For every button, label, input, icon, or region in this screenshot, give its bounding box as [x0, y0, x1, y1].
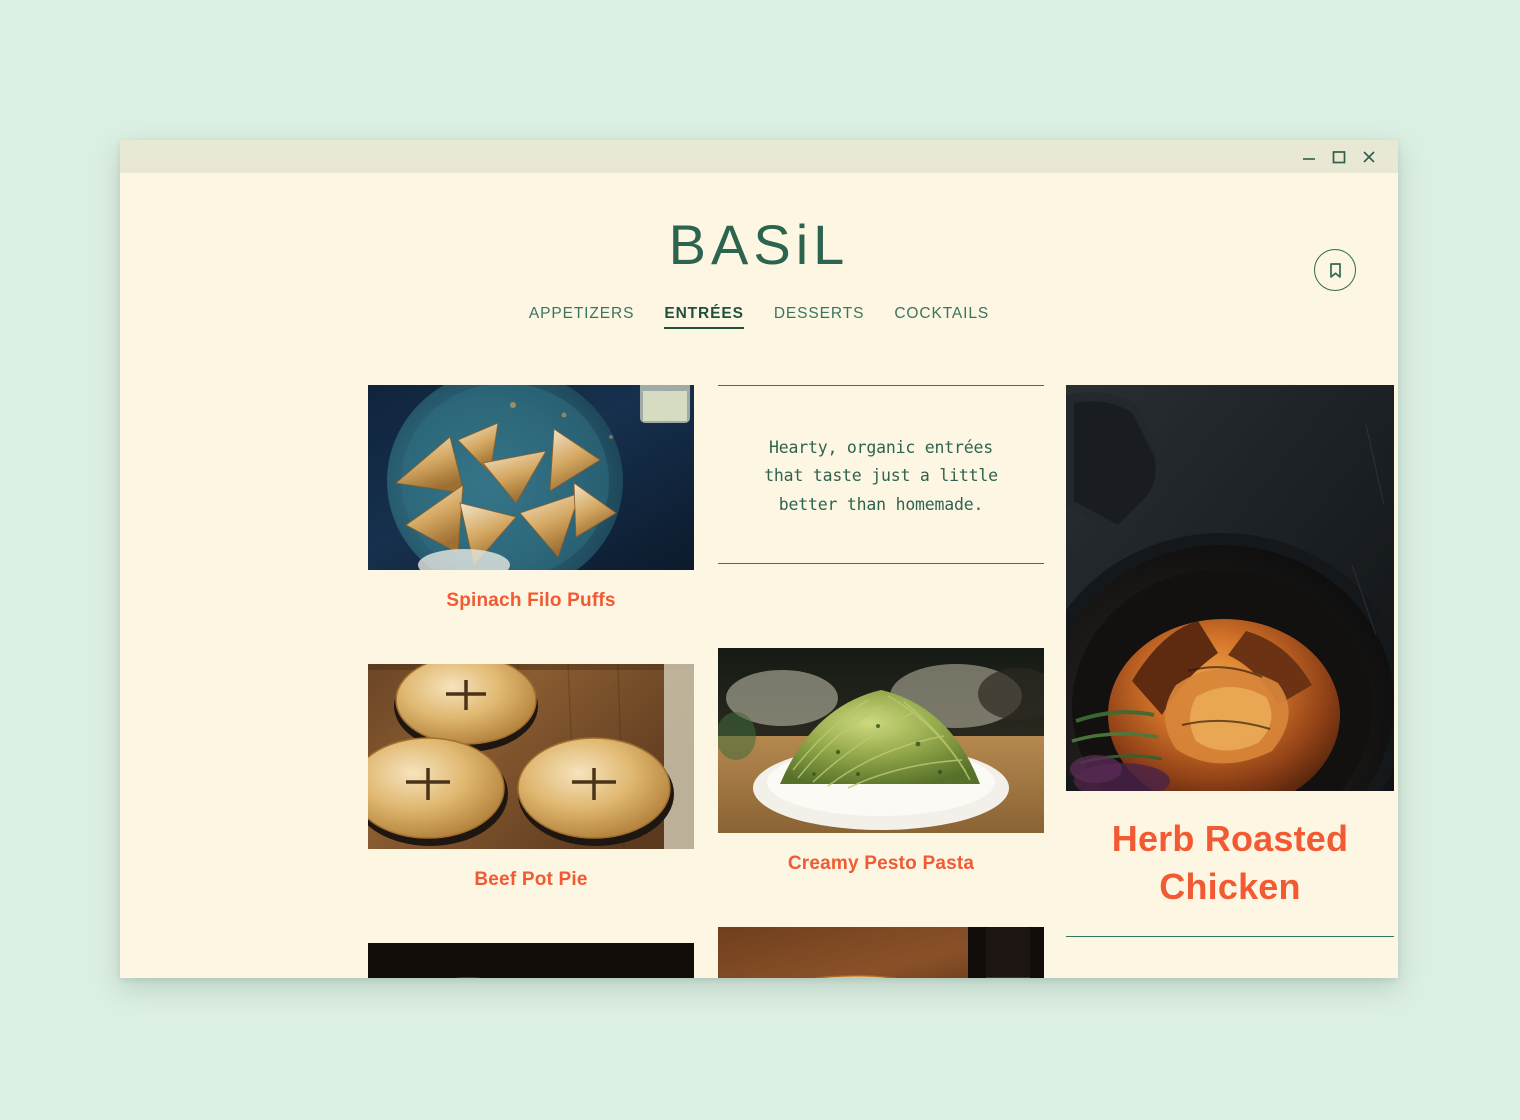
tagline-top-line-2: that taste just a little: [764, 466, 998, 486]
tagline-top: Hearty, organic entrées that taste just …: [718, 385, 1044, 565]
recipe-image-creamy-pesto-pasta[interactable]: [718, 648, 1044, 834]
window-titlebar: [120, 140, 1398, 173]
nav-item-cocktails[interactable]: COCKTAILS: [894, 305, 989, 329]
grid-column-left: Spinach Filo Puffs Beef Pot Pie: [368, 385, 694, 978]
minimize-button[interactable]: [1294, 144, 1324, 170]
recipe-title-beef-pot-pie[interactable]: Beef Pot Pie: [368, 869, 694, 891]
page-content: BASiL APPETIZERS ENTRÉES DESSERTS COCKTA…: [120, 173, 1398, 978]
minimize-icon: [1303, 157, 1315, 160]
nav-item-desserts[interactable]: DESSERTS: [774, 305, 864, 329]
nav-item-appetizers[interactable]: APPETIZERS: [529, 305, 634, 329]
recipe-card-partial-soup: [368, 943, 694, 978]
recipe-image-partial-soup[interactable]: [368, 943, 694, 978]
app-window: BASiL APPETIZERS ENTRÉES DESSERTS COCKTA…: [120, 140, 1398, 978]
recipe-image-partial-pastry[interactable]: [718, 927, 1044, 978]
bookmark-button[interactable]: [1314, 249, 1356, 291]
grid-column-right: Herb Roasted Chicken Guilt-free recipes,…: [1066, 385, 1394, 978]
recipe-card-partial-pastry: [718, 927, 1044, 978]
recipe-title-line-2: Chicken: [1159, 865, 1301, 907]
bookmark-icon: [1329, 262, 1341, 278]
recipe-card-beef-pot-pie: Beef Pot Pie: [368, 664, 694, 891]
tagline-top-line-3: better than homemade.: [778, 494, 984, 514]
recipe-image-herb-roasted-chicken[interactable]: [1066, 385, 1394, 791]
recipe-card-creamy-pesto-pasta: Creamy Pesto Pasta: [718, 648, 1044, 875]
main-nav: APPETIZERS ENTRÉES DESSERTS COCKTAILS: [120, 305, 1398, 329]
page-title: BASiL: [668, 213, 850, 276]
recipe-image-beef-pot-pie[interactable]: [368, 664, 694, 849]
recipe-title-herb-roasted-chicken[interactable]: Herb Roasted Chicken: [1066, 815, 1394, 910]
recipe-card-spinach-filo-puffs: Spinach Filo Puffs: [368, 385, 694, 612]
tagline-top-line-1: Hearty, organic entrées: [769, 438, 993, 457]
recipe-title-creamy-pesto-pasta[interactable]: Creamy Pesto Pasta: [718, 853, 1044, 875]
tagline-bottom: Guilt-free recipes, curated for your eve…: [1066, 936, 1394, 978]
grid-column-middle: Hearty, organic entrées that taste just …: [718, 385, 1044, 978]
recipe-image-spinach-filo-puffs[interactable]: [368, 385, 694, 570]
maximize-button[interactable]: [1324, 144, 1354, 170]
nav-item-entrees[interactable]: ENTRÉES: [664, 305, 744, 329]
maximize-icon: [1332, 150, 1346, 163]
recipe-card-herb-roasted-chicken: Herb Roasted Chicken: [1066, 385, 1394, 910]
recipe-title-line-1: Herb Roasted: [1111, 818, 1349, 859]
recipe-title-spinach-filo-puffs[interactable]: Spinach Filo Puffs: [368, 590, 694, 612]
close-icon: [1363, 150, 1375, 163]
close-button[interactable]: [1354, 144, 1384, 170]
